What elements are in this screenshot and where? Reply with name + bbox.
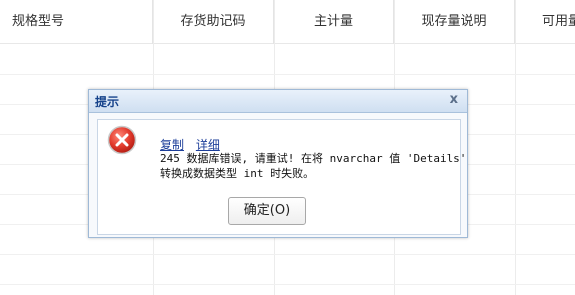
copy-link[interactable]: 复制 (160, 138, 184, 152)
column-header-main-unit[interactable]: 主计量 (274, 0, 394, 44)
error-message: 245 数据库错误, 请重试! 在将 nvarchar 值 'Details' … (160, 151, 466, 181)
close-button[interactable]: x (450, 92, 458, 107)
grid-row-line (0, 74, 575, 75)
error-dialog: 提示 x 复制 详细 245 数据库错误, 请重试! 在将 nvarchar 值… (88, 89, 468, 238)
dialog-title: 提示 (95, 95, 120, 109)
error-icon (107, 125, 137, 155)
column-header-available-qty[interactable]: 可用量 (515, 0, 575, 44)
grid-header: 规格型号 存货助记码 主计量 现存量说明 可用量 (0, 0, 575, 44)
dialog-body: 复制 详细 245 数据库错误, 请重试! 在将 nvarchar 值 'Det… (97, 119, 466, 235)
dialog-titlebar[interactable]: 提示 x (89, 90, 467, 113)
ok-button[interactable]: 确定(O) (228, 197, 306, 225)
column-header-spec-model[interactable]: 规格型号 (0, 0, 153, 44)
grid-row-line (0, 284, 575, 285)
grid-divider (515, 0, 516, 295)
column-header-inventory-mnemonic[interactable]: 存货助记码 (153, 0, 274, 44)
detail-link[interactable]: 详细 (196, 138, 220, 152)
error-message-line-1: 245 数据库错误, 请重试! 在将 nvarchar 值 'Details' (160, 152, 467, 165)
grid-row-line (0, 254, 575, 255)
error-message-line-2: 转换成数据类型 int 时失败。 (160, 167, 315, 180)
column-header-stock-description[interactable]: 现存量说明 (394, 0, 515, 44)
